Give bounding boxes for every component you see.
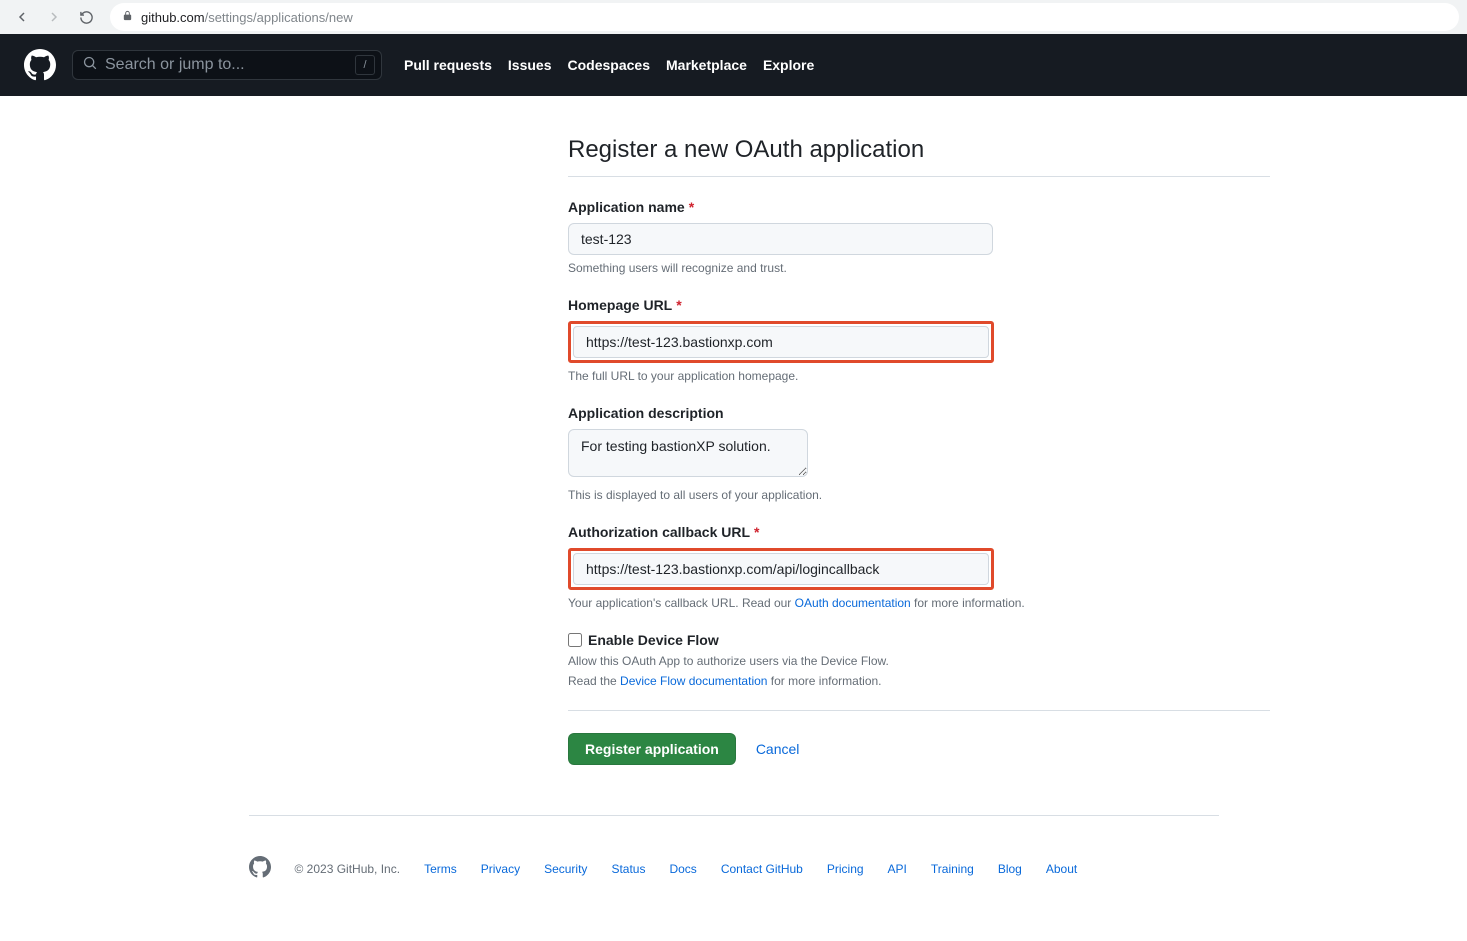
nav-issues[interactable]: Issues <box>508 57 552 73</box>
github-header: Search or jump to... / Pull requests Iss… <box>0 34 1467 96</box>
required-star: * <box>689 199 694 215</box>
nav-marketplace[interactable]: Marketplace <box>666 57 747 73</box>
app-description-help: This is displayed to all users of your a… <box>568 488 1270 502</box>
browser-toolbar: github.com/settings/applications/new <box>0 0 1467 34</box>
back-button[interactable] <box>8 3 36 31</box>
footer-link-blog[interactable]: Blog <box>998 862 1022 876</box>
device-flow-checkbox[interactable] <box>568 633 582 647</box>
callback-help-suffix: for more information. <box>911 596 1025 610</box>
footer-link-terms[interactable]: Terms <box>424 862 457 876</box>
address-bar[interactable]: github.com/settings/applications/new <box>110 3 1459 31</box>
footer-link-training[interactable]: Training <box>931 862 974 876</box>
cancel-link[interactable]: Cancel <box>756 741 800 757</box>
reload-button[interactable] <box>72 3 100 31</box>
footer-link-contact[interactable]: Contact GitHub <box>721 862 803 876</box>
device-flow-help-1: Allow this OAuth App to authorize users … <box>568 654 1270 668</box>
required-star: * <box>676 297 681 313</box>
url-host: github.com <box>141 10 205 25</box>
github-logo[interactable] <box>24 49 56 81</box>
required-star: * <box>754 524 759 540</box>
search-placeholder: Search or jump to... <box>105 56 245 74</box>
footer-copyright: © 2023 GitHub, Inc. <box>295 862 401 876</box>
app-name-help: Something users will recognize and trust… <box>568 261 1270 275</box>
callback-help-prefix: Your application's callback URL. Read ou… <box>568 596 795 610</box>
page-title: Register a new OAuth application <box>568 136 1270 177</box>
oauth-docs-link[interactable]: OAuth documentation <box>795 596 911 610</box>
slash-hotkey: / <box>355 55 375 75</box>
device-flow-help-suffix: for more information. <box>767 674 881 688</box>
homepage-url-label: Homepage URL* <box>568 297 1270 313</box>
callback-url-label: Authorization callback URL* <box>568 524 1270 540</box>
github-mark-icon <box>249 856 271 881</box>
app-name-label: Application name* <box>568 199 1270 215</box>
form-divider <box>568 710 1270 711</box>
app-description-label: Application description <box>568 405 1270 421</box>
search-input[interactable]: Search or jump to... / <box>72 50 382 80</box>
homepage-url-help: The full URL to your application homepag… <box>568 369 1270 383</box>
nav-explore[interactable]: Explore <box>763 57 814 73</box>
footer-link-status[interactable]: Status <box>611 862 645 876</box>
primary-nav: Pull requests Issues Codespaces Marketpl… <box>404 57 814 73</box>
device-flow-help-prefix: Read the <box>568 674 620 688</box>
app-description-input[interactable] <box>568 429 808 477</box>
footer-link-pricing[interactable]: Pricing <box>827 862 864 876</box>
footer-link-privacy[interactable]: Privacy <box>481 862 520 876</box>
homepage-url-input[interactable] <box>573 326 989 358</box>
callback-url-input[interactable] <box>573 553 989 585</box>
nav-pull-requests[interactable]: Pull requests <box>404 57 492 73</box>
site-footer: © 2023 GitHub, Inc. Terms Privacy Securi… <box>249 815 1219 941</box>
footer-link-security[interactable]: Security <box>544 862 587 876</box>
homepage-highlight <box>568 321 994 363</box>
url-path: /settings/applications/new <box>205 10 353 25</box>
homepage-url-label-text: Homepage URL <box>568 297 672 313</box>
app-name-label-text: Application name <box>568 199 685 215</box>
app-name-input[interactable] <box>568 223 993 255</box>
nav-codespaces[interactable]: Codespaces <box>568 57 650 73</box>
lock-icon <box>122 10 133 24</box>
footer-link-docs[interactable]: Docs <box>669 862 696 876</box>
footer-link-about[interactable]: About <box>1046 862 1077 876</box>
device-flow-help-2: Read the Device Flow documentation for m… <box>568 674 1270 688</box>
callback-url-label-text: Authorization callback URL <box>568 524 750 540</box>
search-icon <box>83 56 97 75</box>
callback-highlight <box>568 548 994 590</box>
callback-url-help: Your application's callback URL. Read ou… <box>568 596 1270 610</box>
footer-links: Terms Privacy Security Status Docs Conta… <box>424 862 1077 876</box>
device-flow-docs-link[interactable]: Device Flow documentation <box>620 674 767 688</box>
forward-button[interactable] <box>40 3 68 31</box>
device-flow-label: Enable Device Flow <box>588 632 719 648</box>
footer-link-api[interactable]: API <box>888 862 907 876</box>
register-application-button[interactable]: Register application <box>568 733 736 765</box>
